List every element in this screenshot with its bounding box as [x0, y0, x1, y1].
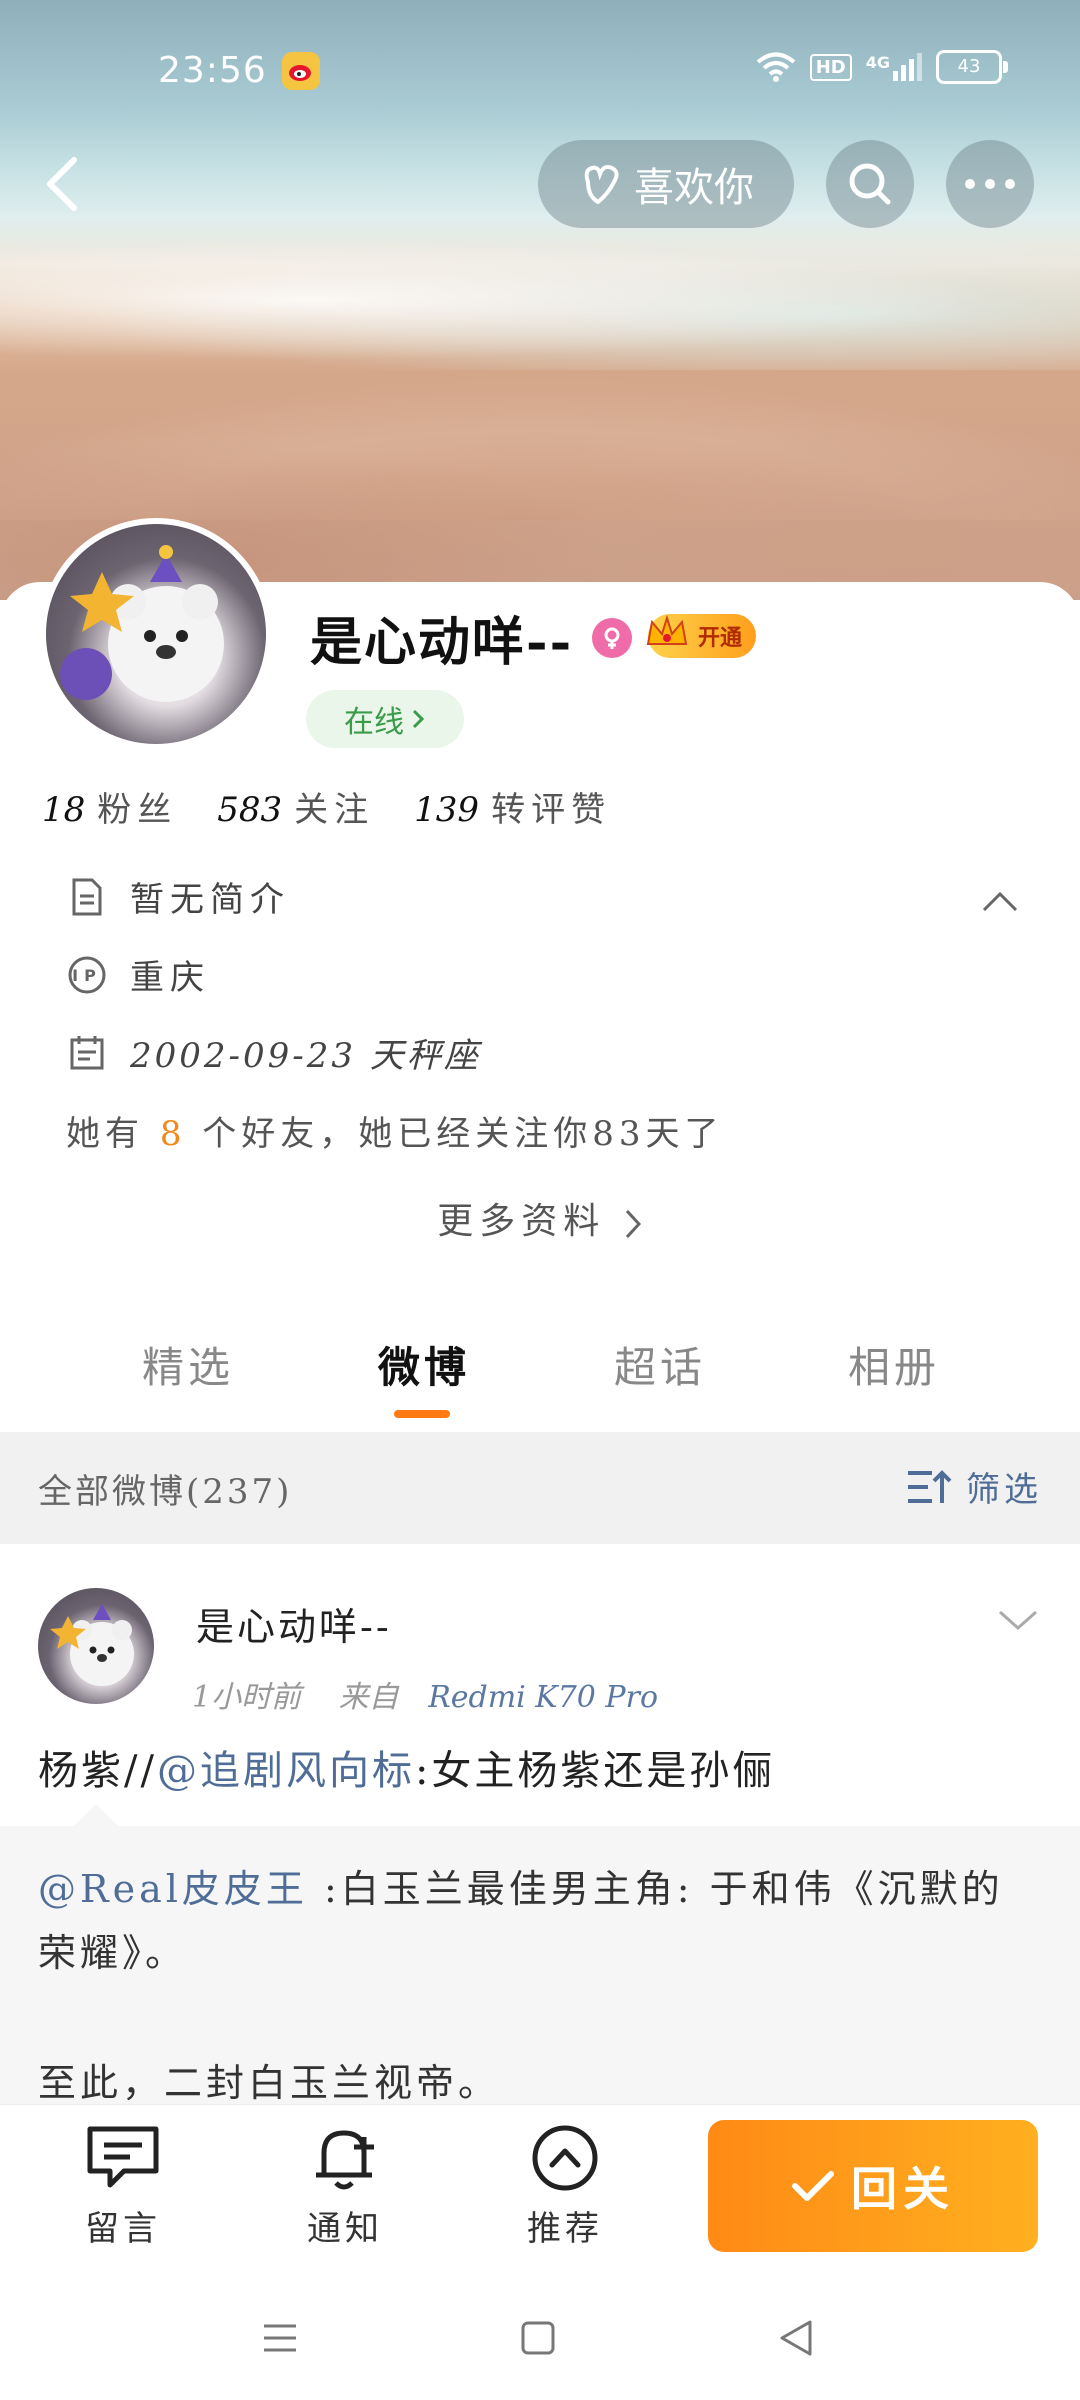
status-bar: 23:56 HD 4G 43: [0, 40, 1080, 104]
menu-icon: [264, 2324, 296, 2352]
post-text: 杨紫//@追剧风向标:女主杨紫还是孙俪: [38, 1748, 776, 1794]
profile-stats: 18 粉丝 583 关注 139 转评赞: [42, 782, 611, 831]
message-button[interactable]: 留言: [48, 2123, 198, 2250]
birthday-row: 2002-09-23 天秤座: [66, 1028, 481, 1077]
repost-line: 荣耀》。: [38, 1931, 188, 1975]
post-meta: 1小时前 来自 Redmi K70 Pro: [192, 1672, 658, 1716]
bio-row: 暂无简介: [66, 872, 290, 921]
nav-home-button[interactable]: [508, 2312, 568, 2364]
repost-mention-link[interactable]: @Real皮皮王: [38, 1867, 308, 1911]
friends-count: 8: [159, 1114, 187, 1154]
bio-text: 暂无简介: [130, 880, 290, 920]
female-icon: [592, 618, 632, 658]
profile-name: 是心动咩--: [310, 612, 574, 673]
online-status-button[interactable]: 在线: [306, 690, 464, 748]
tab-weibo[interactable]: 微博: [378, 1334, 470, 1395]
follow-back-button[interactable]: 回关: [708, 2120, 1038, 2252]
like-you-label: 喜欢你: [634, 165, 754, 211]
post-time: 1小时前: [192, 1680, 302, 1715]
square-icon: [521, 2321, 555, 2355]
more-info-link[interactable]: 更多资料: [0, 1192, 1080, 1244]
ip-location: 重庆: [130, 958, 210, 998]
filter-button[interactable]: 筛选: [906, 1462, 1042, 1511]
follow-back-label: 回关: [851, 2162, 955, 2216]
calendar-icon: [70, 1035, 104, 1069]
online-label: 在线: [344, 705, 404, 740]
post-source[interactable]: Redmi K70 Pro: [428, 1680, 658, 1715]
vip-open-badge[interactable]: 开通: [646, 614, 756, 658]
post-menu-button[interactable]: [994, 1596, 1042, 1644]
avatar-bear-image: [60, 545, 224, 702]
chevron-up-circle-icon: [532, 2125, 598, 2191]
more-button[interactable]: [946, 140, 1034, 228]
notify-label: 通知: [307, 2209, 383, 2249]
like-you-button[interactable]: 喜欢你: [538, 140, 794, 228]
all-posts-count[interactable]: 全部微博(237): [38, 1464, 292, 1513]
avatar[interactable]: [40, 518, 272, 750]
status-icons: HD 4G 43: [756, 50, 1008, 84]
status-time: 23:56: [158, 50, 267, 91]
search-button[interactable]: [826, 140, 914, 228]
repost-line: 至此，二封白玉兰视帝。: [38, 2061, 501, 2105]
check-icon: [792, 2171, 834, 2201]
post-source-prefix: 来自: [338, 1680, 399, 1715]
notify-button[interactable]: 通知: [270, 2123, 420, 2250]
heart-hand-icon: [584, 164, 619, 205]
chevron-right-icon: [625, 1209, 641, 1239]
back-icon: [47, 157, 77, 211]
post-mention-link[interactable]: @追剧风向标: [157, 1748, 415, 1794]
chevron-down-icon: [999, 1610, 1037, 1631]
feed-filter-bar: 全部微博(237) 筛选: [0, 1432, 1080, 1544]
bell-plus-icon: [316, 2130, 374, 2190]
hd-icon: HD: [809, 53, 852, 81]
search-icon: [849, 163, 891, 205]
document-icon: [72, 878, 102, 915]
ip-row: IP 重庆: [66, 950, 210, 999]
chevron-right-icon: [412, 709, 425, 729]
triangle-back-icon: [780, 2320, 812, 2356]
nav-back-button[interactable]: [766, 2312, 826, 2364]
friends-summary[interactable]: 她有 8 个好友，她已经关注你83天了: [66, 1106, 724, 1155]
filter-label: 筛选: [966, 1470, 1042, 1510]
signal-icon: 4G: [866, 53, 922, 81]
weibo-notification-icon: [282, 52, 320, 90]
stat-interactions[interactable]: 139 转评赞: [414, 782, 611, 831]
chat-bubble-icon: [87, 2126, 159, 2188]
nav-menu-button[interactable]: [250, 2312, 310, 2364]
repost-line: @Real皮皮王 :白玉兰最佳男主角: 于和伟《沉默的: [38, 1867, 1004, 1911]
message-label: 留言: [85, 2209, 161, 2249]
vip-label: 开通: [697, 626, 742, 651]
wifi-icon: [756, 52, 795, 82]
stat-following[interactable]: 583 关注: [217, 782, 374, 831]
more-info-label: 更多资料: [437, 1201, 606, 1242]
back-button[interactable]: [32, 148, 102, 218]
tab-album[interactable]: 相册: [848, 1334, 940, 1395]
post-author-name[interactable]: 是心动咩--: [196, 1596, 392, 1651]
cover-sea: [0, 230, 1080, 370]
tab-super-topic[interactable]: 超话: [614, 1334, 706, 1395]
profile-tabs: 精选 微博 超话 相册: [0, 1300, 1080, 1430]
filter-icon: [908, 1469, 952, 1503]
collapse-button[interactable]: [978, 880, 1022, 924]
svg-text:IP: IP: [72, 966, 102, 985]
recommend-button[interactable]: 推荐: [490, 2123, 640, 2250]
birthday-text: 2002-09-23 天秤座: [130, 1036, 481, 1076]
crown-icon: [646, 614, 688, 645]
avatar-bear-image: [50, 1604, 134, 1686]
battery-icon: 43: [936, 50, 1008, 84]
active-tab-indicator: [394, 1410, 450, 1418]
repost-content[interactable]: @Real皮皮王 :白玉兰最佳男主角: 于和伟《沉默的 荣耀》。 至此，二封白玉…: [0, 1804, 1080, 2106]
cover-sand: [520, 430, 1080, 600]
more-icon: [965, 179, 1015, 189]
recommend-label: 推荐: [527, 2209, 603, 2249]
tab-featured[interactable]: 精选: [142, 1334, 234, 1395]
post-author-avatar[interactable]: [38, 1588, 154, 1704]
chevron-up-icon: [982, 891, 1018, 912]
ip-icon: IP: [68, 956, 106, 993]
stat-followers[interactable]: 18 粉丝: [42, 782, 177, 831]
system-nav-bar: [0, 2276, 1080, 2400]
